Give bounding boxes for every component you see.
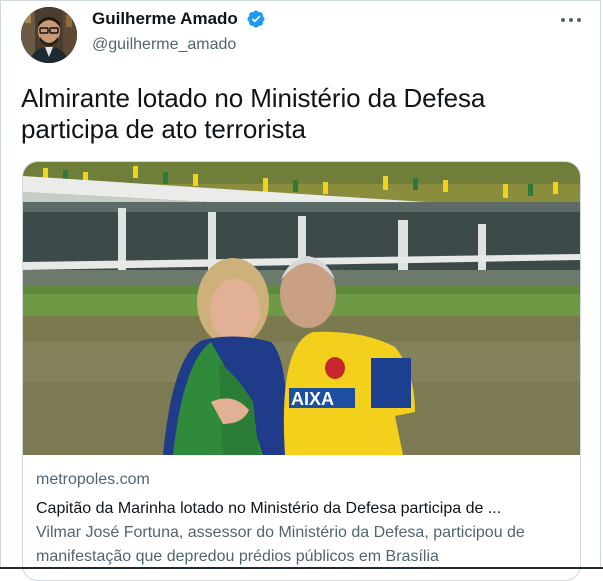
link-description: Vilmar José Fortuna, assessor do Ministé… <box>36 524 525 565</box>
link-preview-image[interactable]: AIXA <box>23 162 580 455</box>
avatar-photo <box>21 7 77 63</box>
author-display-name[interactable]: Guilherme Amado <box>92 9 238 29</box>
link-domain: metropoles.com <box>36 471 150 488</box>
author-handle[interactable]: @guilherme_amado <box>92 35 266 55</box>
link-preview-card[interactable]: AIXA metropoles.com Capitão da Marinha l… <box>22 161 581 581</box>
link-preview-meta: metropoles.com Capitão da Marinha lotado… <box>36 470 568 569</box>
author-avatar[interactable] <box>21 7 77 63</box>
tweet-text: Almirante lotado no Ministério da Defesa… <box>21 83 486 144</box>
verified-badge-icon <box>247 10 265 28</box>
author-info: Guilherme Amado @guilherme_amado <box>92 9 266 55</box>
link-title: Capitão da Marinha lotado no Ministério … <box>36 500 502 517</box>
svg-text:AIXA: AIXA <box>291 389 334 409</box>
more-options-icon[interactable] <box>560 16 582 24</box>
